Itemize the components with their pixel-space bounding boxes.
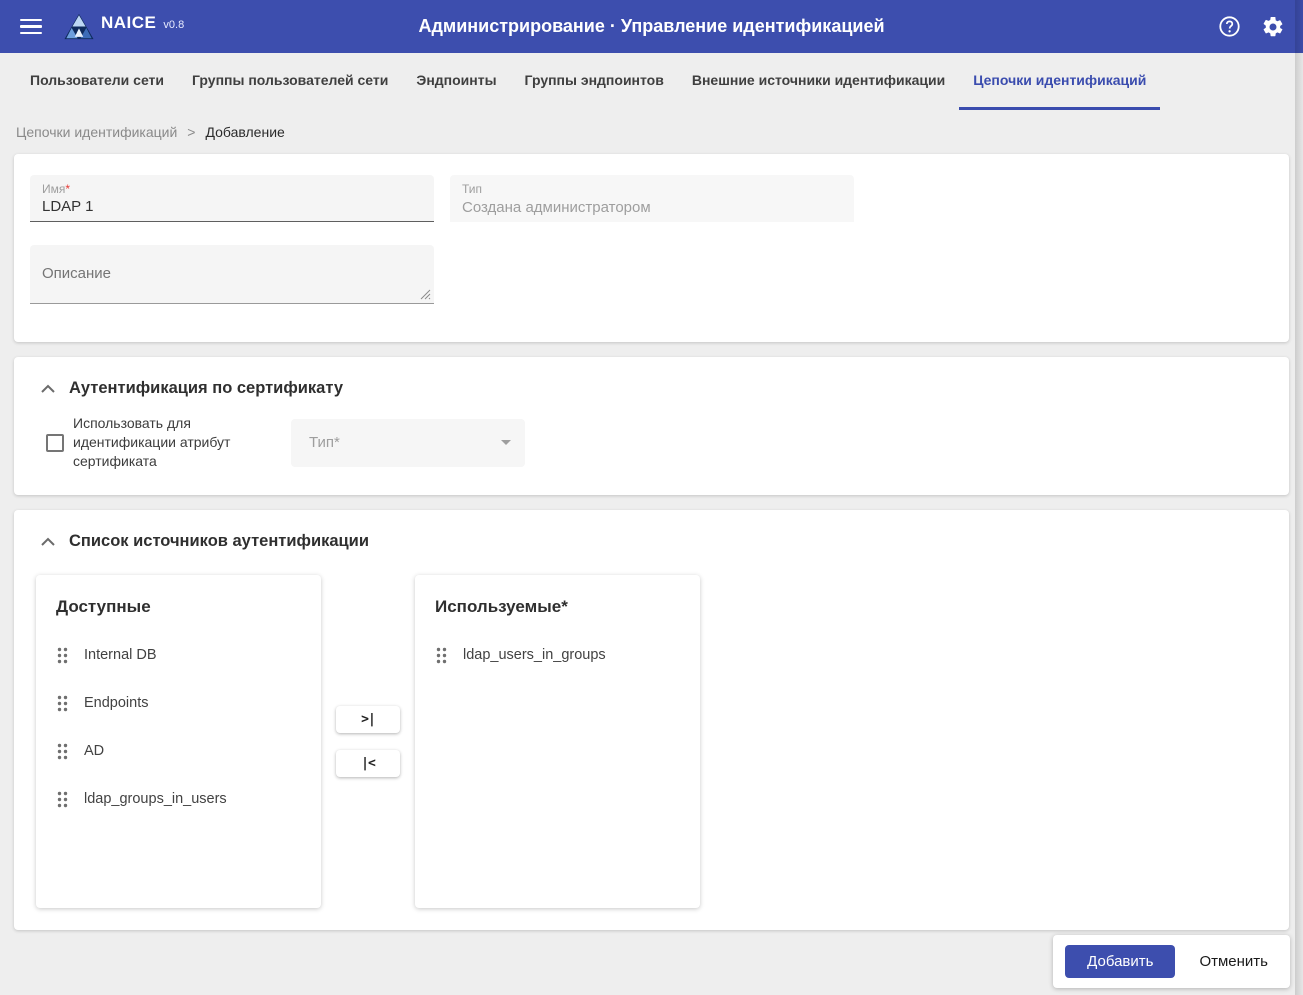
certificate-checkbox-label: Использовать для идентификации атрибут с… xyxy=(73,415,231,469)
settings-gear-icon[interactable] xyxy=(1259,13,1287,41)
source-item-label: AD xyxy=(84,743,105,759)
tab-network-user-groups[interactable]: Группы пользователей сети xyxy=(178,53,402,110)
logo-triangle-icon xyxy=(64,13,94,40)
move-all-right-button[interactable]: >| xyxy=(336,706,400,733)
list-item[interactable]: ldap_groups_in_users xyxy=(36,775,321,823)
help-icon[interactable] xyxy=(1216,13,1243,40)
tab-external-identity-sources[interactable]: Внешние источники идентификации xyxy=(678,53,959,110)
available-sources-title: Доступные xyxy=(56,597,151,616)
tab-endpoints[interactable]: Эндпоинты xyxy=(402,53,510,110)
used-sources-title: Используемые* xyxy=(435,597,568,616)
app-logo: NAICE v0.8 xyxy=(64,13,184,40)
drag-handle-icon[interactable] xyxy=(435,646,448,665)
tab-network-users[interactable]: Пользователи сети xyxy=(16,53,178,110)
page-title: Администрирование · Управление идентифик… xyxy=(418,16,885,36)
auth-sources-panel: Список источников аутентификации Доступн… xyxy=(14,510,1289,930)
certificate-auth-panel: Аутентификация по сертификату Использова… xyxy=(14,357,1289,495)
cancel-button[interactable]: Отменить xyxy=(1189,945,1278,978)
tab-bar: Пользователи сети Группы пользователей с… xyxy=(0,53,1303,110)
name-field-label: Имя* xyxy=(42,182,71,196)
type-field-value: Создана администратором xyxy=(462,199,651,216)
source-item-label: Endpoints xyxy=(84,695,149,711)
form-actions: Добавить Отменить xyxy=(1053,935,1290,988)
used-sources-card: Используемые* ldap_users_in_groups xyxy=(415,575,700,908)
certificate-type-select: Тип* xyxy=(291,418,525,467)
app-version: v0.8 xyxy=(163,19,185,31)
description-input[interactable] xyxy=(30,245,434,303)
list-item[interactable]: Internal DB xyxy=(36,631,321,679)
breadcrumb-parent-link[interactable]: Цепочки идентификаций xyxy=(16,124,177,140)
source-item-label: ldap_users_in_groups xyxy=(463,647,606,663)
drag-handle-icon[interactable] xyxy=(56,742,69,761)
drag-handle-icon[interactable] xyxy=(56,790,69,809)
tab-identification-chains[interactable]: Цепочки идентификаций xyxy=(959,53,1161,110)
transfer-buttons: >| |< xyxy=(321,706,415,777)
breadcrumb-current: Добавление xyxy=(205,124,285,140)
type-field: Тип Создана администратором xyxy=(450,175,854,222)
source-item-label: Internal DB xyxy=(84,647,157,663)
tab-endpoint-groups[interactable]: Группы эндпоинтов xyxy=(511,53,678,110)
list-item[interactable]: Endpoints xyxy=(36,679,321,727)
available-sources-card: Доступные Internal DB Endpoints AD ldap_… xyxy=(36,575,321,908)
certificate-attribute-checkbox[interactable] xyxy=(46,433,64,452)
source-item-label: ldap_groups_in_users xyxy=(84,791,227,807)
scrollbar[interactable] xyxy=(1295,0,1303,995)
breadcrumb-separator: > xyxy=(187,124,196,140)
app-header: NAICE v0.8 Администрирование · Управлени… xyxy=(0,0,1303,53)
name-field[interactable]: Имя* xyxy=(30,175,434,222)
collapse-chevron-icon[interactable] xyxy=(40,537,56,547)
sources-section-header[interactable]: Список источников аутентификации xyxy=(14,510,1289,551)
list-item[interactable]: ldap_users_in_groups xyxy=(415,631,700,679)
move-all-left-button[interactable]: |< xyxy=(336,750,400,777)
chevron-down-icon xyxy=(501,440,511,445)
app-name: NAICE xyxy=(101,13,157,32)
certificate-section-title: Аутентификация по сертификату xyxy=(69,379,344,397)
menu-icon[interactable] xyxy=(16,13,46,41)
chain-form-panel: Имя* Тип Создана администратором xyxy=(14,154,1289,342)
sources-section-title: Список источников аутентификации xyxy=(69,532,369,550)
type-field-label: Тип xyxy=(462,182,483,196)
certificate-type-select-placeholder: Тип* xyxy=(309,434,340,451)
name-input[interactable] xyxy=(42,196,422,215)
collapse-chevron-icon[interactable] xyxy=(40,384,56,394)
certificate-section-header[interactable]: Аутентификация по сертификату xyxy=(14,357,1289,398)
drag-handle-icon[interactable] xyxy=(56,646,69,665)
submit-button[interactable]: Добавить xyxy=(1065,945,1176,978)
list-item[interactable]: AD xyxy=(36,727,321,775)
description-field[interactable] xyxy=(30,245,434,304)
drag-handle-icon[interactable] xyxy=(56,694,69,713)
breadcrumb: Цепочки идентификаций > Добавление xyxy=(0,110,1303,154)
